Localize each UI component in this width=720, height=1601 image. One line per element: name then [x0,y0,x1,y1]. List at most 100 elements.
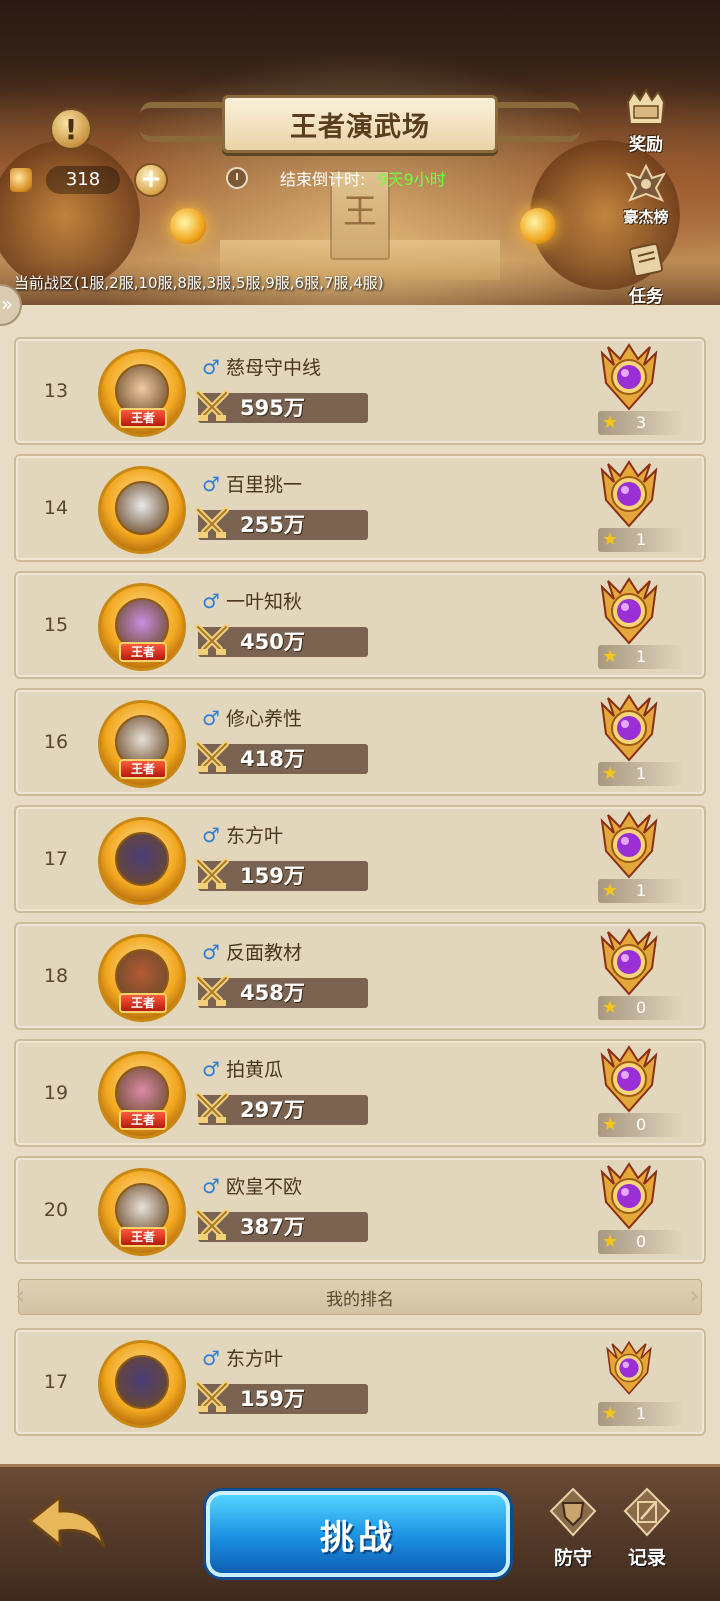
combat-power-value: 450万 [240,630,305,654]
side-item-task[interactable]: 任务 [612,240,680,305]
male-gender-icon: ♂ [202,705,220,730]
combat-power: 387万 [195,1209,368,1242]
rank-medal-icon [600,811,658,879]
rank-number: 18 [43,965,69,987]
clock-icon [226,167,248,189]
combat-power-value: 418万 [240,747,305,771]
side-item-label: 任务 [629,287,663,305]
king-badge: 王者 [119,993,167,1013]
side-item-label: 豪杰榜 [623,208,669,226]
ranking-row[interactable]: 15 王者 ♂ 一叶知秋 450万 ★ 1 [14,571,706,679]
side-menu: 奖励 豪杰榜 任务 [612,88,680,305]
ranking-row[interactable]: 17 王者 ♂ 东方叶 159万 ★ 1 [14,1328,706,1436]
male-gender-icon: ♂ [202,1056,220,1081]
defense-button[interactable]: 防守 [538,1487,608,1579]
king-badge: 王者 [119,408,167,428]
player-name: 一叶知秋 [225,591,302,613]
male-gender-icon: ♂ [202,939,220,964]
avatar[interactable]: 王者 [98,700,186,788]
add-currency-button[interactable]: + [134,163,168,197]
combat-power-value: 595万 [240,396,305,420]
ranking-row[interactable]: 16 王者 ♂ 修心养性 418万 ★ 1 [14,688,706,796]
combat-power-value: 387万 [240,1215,305,1239]
countdown-timer: 结束倒计时: 9天9小时 [226,165,446,191]
defense-label: 防守 [553,1547,592,1569]
player-name: 反面教材 [225,942,302,964]
ranking-row[interactable]: 14 王者 ♂ 百里挑一 255万 ★ 1 [14,454,706,562]
avatar[interactable]: 王者 [98,1168,186,1256]
rank-medal-icon [600,1045,658,1113]
male-gender-icon: ♂ [202,354,220,379]
challenge-button[interactable]: 挑战 [206,1491,510,1577]
rank-number: 20 [43,1199,69,1221]
page-title: 王者演武场 [290,111,430,143]
current-zone-text: 当前战区(1服,2服,10服,8服,3服,5服,9服,6服,7服,4服) [14,274,384,292]
countdown-label: 结束倒计时: [280,170,366,189]
avatar[interactable]: 王者 [98,934,186,1022]
rank-number: 19 [43,1082,69,1104]
star-icon: ★ [602,997,619,1018]
my-rank-row-wrapper: 17 王者 ♂ 东方叶 159万 ★ 1 [14,1328,706,1445]
star-count: ★ 1 [598,762,684,786]
rank-number: 17 [43,848,69,870]
rank-number: 15 [43,614,69,636]
male-gender-icon: ♂ [202,588,220,613]
record-button[interactable]: 记录 [612,1487,682,1579]
crossed-swords-icon [195,741,229,772]
ranking-row[interactable]: 17 王者 ♂ 东方叶 159万 ★ 1 [14,805,706,913]
star-icon: ★ [602,1403,619,1424]
banner-ornament-right [490,102,580,142]
ranking-row[interactable]: 13 王者 ♂ 慈母守中线 595万 ★ 3 [14,337,706,445]
king-badge: 王者 [119,1110,167,1130]
exclamation-icon[interactable]: ! [50,108,92,150]
record-label: 记录 [627,1547,666,1569]
rank-medal-icon [600,928,658,996]
ranking-row[interactable]: 20 王者 ♂ 欧皇不欧 387万 ★ 0 [14,1156,706,1264]
avatar[interactable]: 王者 [98,817,186,905]
star-count: ★ 0 [598,996,684,1020]
side-item-hero-ranking[interactable]: 豪杰榜 [612,164,680,236]
player-name-row: ♂ 一叶知秋 [202,587,302,614]
player-name-row: ♂ 东方叶 [202,1344,283,1371]
hero-portrait [115,481,169,535]
combat-power: 159万 [195,1381,368,1414]
combat-power-value: 159万 [240,864,305,888]
player-name-row: ♂ 慈母守中线 [202,353,321,380]
combat-power-value: 255万 [240,513,305,537]
player-name: 慈母守中线 [225,357,321,379]
shield-icon [549,1487,597,1537]
side-item-reward[interactable]: 奖励 [612,88,680,160]
rank-medal-icon [606,1340,652,1395]
player-name-row: ♂ 东方叶 [202,821,283,848]
rank-medal-icon [600,694,658,762]
player-name: 拍黄瓜 [225,1059,283,1081]
player-name: 修心养性 [225,708,302,730]
avatar[interactable]: 王者 [98,1340,186,1428]
ranking-row[interactable]: 19 王者 ♂ 拍黄瓜 297万 ★ 0 [14,1039,706,1147]
avatar[interactable]: 王者 [98,349,186,437]
star-icon: ★ [602,880,619,901]
currency-value: 318 [46,166,120,194]
avatar[interactable]: 王者 [98,1051,186,1139]
countdown-value: 9天9小时 [377,170,446,189]
rank-medal-icon [600,1162,658,1230]
ranking-row[interactable]: 18 王者 ♂ 反面教材 458万 ★ 0 [14,922,706,1030]
star-count: ★ 3 [598,411,684,435]
male-gender-icon: ♂ [202,471,220,496]
challenge-button-label: 挑战 [320,1517,396,1558]
scroll-task-icon [628,242,664,278]
player-name: 百里挑一 [225,474,302,496]
crossed-swords-icon [195,975,229,1006]
avatar[interactable]: 王者 [98,583,186,671]
avatar[interactable]: 王者 [98,466,186,554]
back-arrow-icon[interactable] [24,1491,112,1561]
rank-number: 17 [43,1371,69,1393]
combat-power-value: 159万 [240,1387,305,1411]
star-count: ★ 1 [598,645,684,669]
fire-orb-right [520,208,556,244]
hero-portrait [115,832,169,886]
arena-header: 王 王者演武场 ! 318 + 结束倒计时: 9天9小时 当前战区(1服,2服,… [0,0,720,305]
hero-ranking-icon [625,164,667,202]
coin-icon [10,168,32,192]
rank-medal-icon [600,460,658,528]
